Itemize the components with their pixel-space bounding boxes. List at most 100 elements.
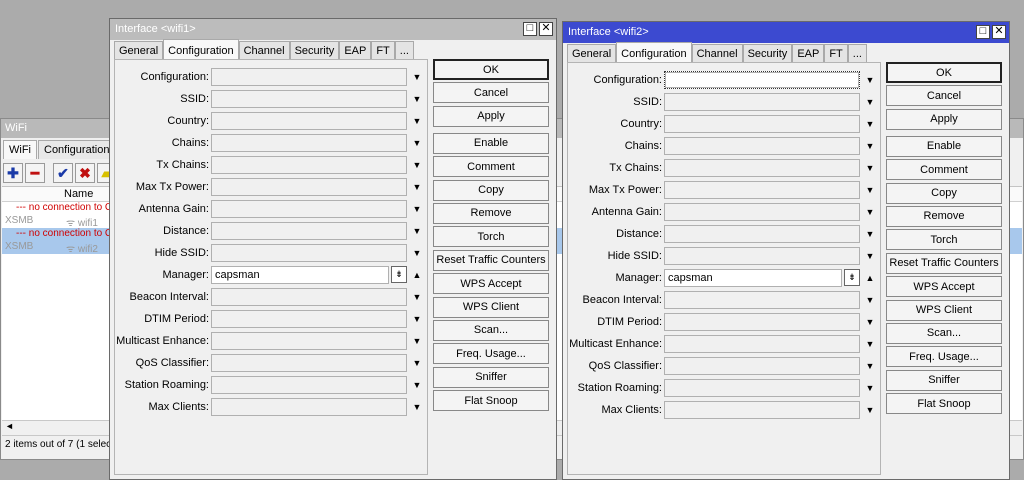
wps-client-button[interactable]: WPS Client	[433, 296, 549, 318]
dropdown-arrow-icon[interactable]: ▼	[411, 312, 423, 326]
dropdown-arrow-icon[interactable]: ▼	[411, 334, 423, 348]
tab-ft[interactable]: FT	[824, 44, 848, 62]
sniffer-button[interactable]: Sniffer	[433, 366, 549, 388]
ssid-field[interactable]	[211, 90, 407, 108]
freq-usage-button[interactable]: Freq. Usage...	[433, 343, 549, 365]
dropdown-arrow-icon[interactable]: ▼	[864, 315, 876, 329]
country-field[interactable]	[211, 112, 407, 130]
tab-eap[interactable]: EAP	[792, 44, 825, 62]
dropdown-arrow-icon[interactable]: ▼	[411, 290, 423, 304]
remove-button[interactable]: Remove	[433, 202, 549, 224]
max-tx-power-field[interactable]	[664, 181, 860, 199]
country-field[interactable]	[664, 115, 860, 133]
manager-field[interactable]: capsman	[664, 269, 842, 287]
dropdown-arrow-icon[interactable]: ▼	[411, 70, 423, 84]
dropdown-arrow-icon[interactable]: ▼	[864, 381, 876, 395]
dropdown-arrow-icon[interactable]: ▼	[864, 95, 876, 109]
enable-button[interactable]: ✔	[53, 163, 73, 183]
max-tx-power-field[interactable]	[211, 178, 407, 196]
torch-button[interactable]: Torch	[886, 229, 1002, 251]
dropdown-arrow-icon[interactable]: ▼	[864, 139, 876, 153]
dropdown-arrow-icon[interactable]: ▼	[411, 180, 423, 194]
tx-chains-field[interactable]	[664, 159, 860, 177]
multicast-enhance-field[interactable]	[664, 335, 860, 353]
tx-chains-field[interactable]	[211, 156, 407, 174]
torch-button[interactable]: Torch	[433, 226, 549, 248]
tab-general[interactable]: General	[114, 41, 164, 59]
manager-dropdown-button[interactable]: ⇟	[844, 269, 860, 286]
collapse-up-icon[interactable]: ▲	[411, 268, 423, 282]
tab-configuration[interactable]: Configuration	[163, 39, 239, 59]
dropdown-arrow-icon[interactable]: ▼	[864, 183, 876, 197]
beacon-interval-field[interactable]	[211, 288, 407, 306]
antenna-gain-field[interactable]	[211, 200, 407, 218]
collapse-up-icon[interactable]: ▲	[864, 271, 876, 285]
dropdown-arrow-icon[interactable]: ▼	[411, 136, 423, 150]
dropdown-arrow-icon[interactable]: ▼	[411, 92, 423, 106]
station-roaming-field[interactable]	[664, 379, 860, 397]
multicast-enhance-field[interactable]	[211, 332, 407, 350]
max-clients-field[interactable]	[664, 401, 860, 419]
flat-snoop-button[interactable]: Flat Snoop	[886, 393, 1002, 415]
chains-field[interactable]	[211, 134, 407, 152]
ok-button[interactable]: OK	[433, 59, 549, 80]
apply-button[interactable]: Apply	[886, 108, 1002, 130]
cancel-button[interactable]: Cancel	[886, 85, 1002, 107]
scan-button[interactable]: Scan...	[433, 319, 549, 341]
tab-wifi[interactable]: WiFi	[3, 140, 37, 159]
beacon-interval-field[interactable]	[664, 291, 860, 309]
dropdown-arrow-icon[interactable]: ▼	[411, 378, 423, 392]
wps-accept-button[interactable]: WPS Accept	[886, 276, 1002, 298]
station-roaming-field[interactable]	[211, 376, 407, 394]
tab-channel[interactable]: Channel	[691, 44, 743, 62]
dropdown-arrow-icon[interactable]: ▼	[864, 403, 876, 417]
tab-eap[interactable]: EAP	[339, 41, 372, 59]
remove-button[interactable]: Remove	[886, 205, 1002, 227]
dropdown-arrow-icon[interactable]: ▼	[411, 224, 423, 238]
dropdown-arrow-icon[interactable]: ▼	[864, 161, 876, 175]
close-button[interactable]: ✕	[992, 25, 1006, 39]
comment-button[interactable]: Comment	[886, 159, 1002, 181]
manager-dropdown-button[interactable]: ⇟	[391, 266, 407, 283]
dropdown-arrow-icon[interactable]: ▼	[411, 356, 423, 370]
reset-traffic-counters-button[interactable]: Reset Traffic Counters	[433, 249, 549, 271]
enable-button[interactable]: Enable	[433, 132, 549, 154]
maximize-button[interactable]: □	[523, 22, 537, 36]
scroll-left-icon[interactable]: ◄	[5, 421, 14, 431]
max-clients-field[interactable]	[211, 398, 407, 416]
maximize-button[interactable]: □	[976, 25, 990, 39]
tab-channel[interactable]: Channel	[238, 41, 290, 59]
tab-security[interactable]: Security	[742, 44, 793, 62]
column-name[interactable]: Name	[64, 188, 93, 200]
distance-field[interactable]	[664, 225, 860, 243]
dropdown-arrow-icon[interactable]: ▼	[864, 293, 876, 307]
sniffer-button[interactable]: Sniffer	[886, 369, 1002, 391]
dropdown-arrow-icon[interactable]: ▼	[864, 117, 876, 131]
enable-button[interactable]: Enable	[886, 135, 1002, 157]
flat-snoop-button[interactable]: Flat Snoop	[433, 390, 549, 412]
cancel-button[interactable]: Cancel	[433, 82, 549, 104]
dropdown-arrow-icon[interactable]: ▼	[411, 202, 423, 216]
freq-usage-button[interactable]: Freq. Usage...	[886, 346, 1002, 368]
dropdown-arrow-icon[interactable]: ▼	[864, 205, 876, 219]
tab-configuration[interactable]: Configuration	[616, 42, 692, 62]
tab-ft[interactable]: FT	[371, 41, 395, 59]
scan-button[interactable]: Scan...	[886, 322, 1002, 344]
dropdown-arrow-icon[interactable]: ▼	[411, 246, 423, 260]
apply-button[interactable]: Apply	[433, 105, 549, 127]
tab-more[interactable]: ...	[847, 44, 867, 62]
hide-ssid-field[interactable]	[664, 247, 860, 265]
tab-configuration[interactable]: Configuration	[38, 140, 116, 159]
dropdown-arrow-icon[interactable]: ▼	[864, 337, 876, 351]
reset-traffic-counters-button[interactable]: Reset Traffic Counters	[886, 252, 1002, 274]
dropdown-arrow-icon[interactable]: ▼	[411, 158, 423, 172]
dtim-period-field[interactable]	[664, 313, 860, 331]
copy-button[interactable]: Copy	[433, 179, 549, 201]
dropdown-arrow-icon[interactable]: ▼	[864, 359, 876, 373]
dropdown-arrow-icon[interactable]: ▼	[864, 249, 876, 263]
dropdown-arrow-icon[interactable]: ▼	[864, 73, 876, 87]
configuration-field[interactable]	[211, 68, 407, 86]
wps-client-button[interactable]: WPS Client	[886, 299, 1002, 321]
ssid-field[interactable]	[664, 93, 860, 111]
copy-button[interactable]: Copy	[886, 182, 1002, 204]
